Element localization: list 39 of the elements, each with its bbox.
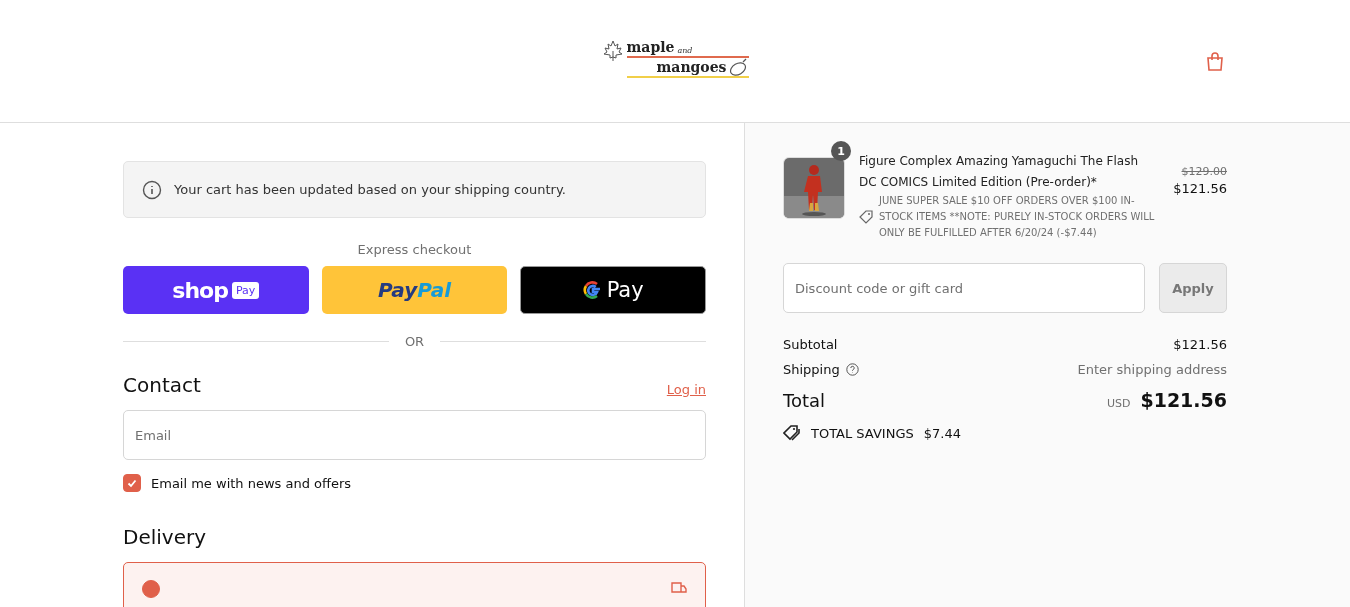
summary-value: $121.56 (1173, 337, 1227, 352)
checkbox-label: Email me with news and offers (151, 475, 352, 491)
section-heading: Delivery (123, 525, 208, 549)
savings-amount: $7.44 (923, 425, 961, 441)
google-pay-button[interactable]: Pay (520, 266, 706, 314)
quantity-badge: 1 (831, 141, 851, 161)
discount-field[interactable]: Discount code or gift card (783, 263, 1145, 313)
section-label: Express checkout (356, 242, 473, 257)
notice-text: Your cart has been updated based on your shipping country. (174, 182, 566, 197)
shopping-bag-icon[interactable] (1206, 52, 1224, 72)
total-label: Total (783, 390, 826, 411)
section-heading: Contact (123, 373, 201, 397)
help-icon (845, 363, 859, 376)
logo-text: mangoes (656, 58, 727, 75)
discount-text: JUNE SUPER SALE $10 OFF ORDERS OVER $100 IN-STOCK ITEMS **NOTE: PURELY IN-STOCK ORDERS WILL ONLY BE FULFILLED AFTER 6/20/24 (-$7.44) (877, 194, 1156, 240)
summary-value: Enter shipping address (1077, 362, 1227, 377)
original-price: $129.00 (1180, 165, 1227, 178)
shop-pay-button[interactable]: shop Pay (123, 266, 309, 314)
checkmark-icon (126, 477, 138, 489)
summary-label: Shipping (783, 362, 840, 377)
paypal-button[interactable]: PayPal (321, 266, 508, 314)
tag-icon (783, 425, 801, 441)
price: $121.56 (1173, 181, 1227, 196)
total-amount: $121.56 (1140, 389, 1227, 411)
savings-label: TOTAL SAVINGS (811, 425, 914, 441)
radio-button[interactable] (142, 580, 160, 598)
logo-text: maple (626, 38, 675, 55)
divider-text: OR (404, 334, 425, 349)
checkbox[interactable] (123, 474, 141, 492)
summary-label: Subtotal (783, 337, 838, 352)
login-link[interactable]: Log in (666, 382, 706, 397)
email-field[interactable]: Email (123, 410, 706, 460)
tag-icon (859, 210, 873, 224)
truck-icon (671, 582, 687, 594)
info-icon (142, 179, 162, 200)
currency-code: USD (1106, 397, 1131, 410)
google-g-icon (582, 280, 603, 300)
product-name: Figure Complex Amazing Yamaguchi The Flash DC COMICS Limited Edition (Pre-order)* (859, 153, 1140, 191)
logo-text: and (677, 45, 693, 55)
